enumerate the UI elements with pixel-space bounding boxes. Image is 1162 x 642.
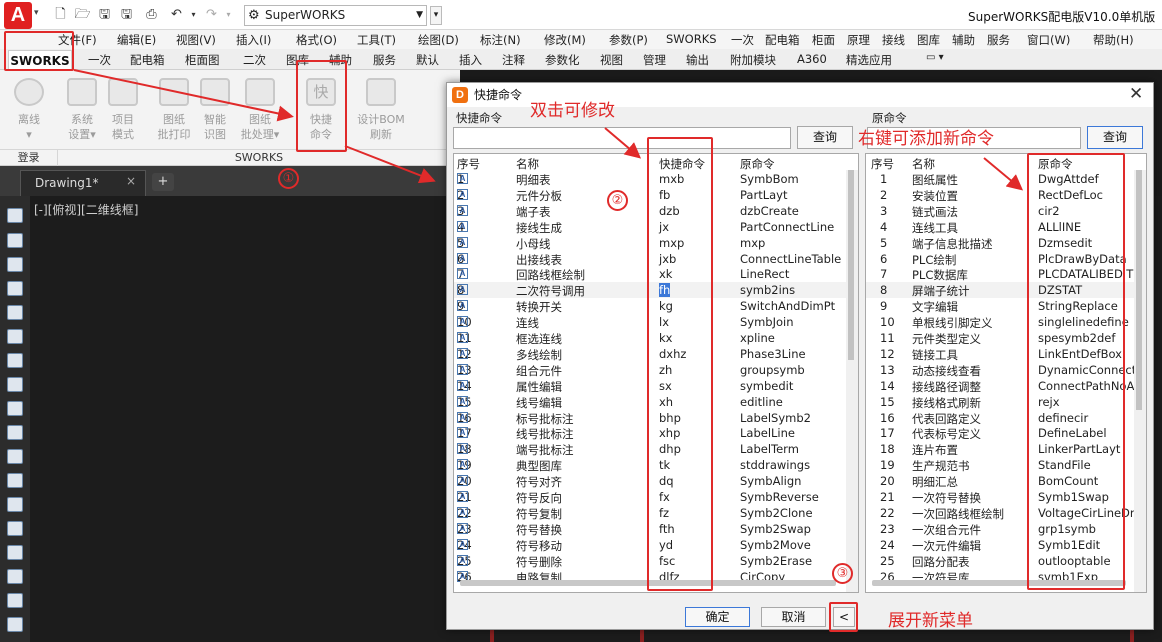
arrow-4: [983, 157, 1024, 191]
highlight-sworks-tab: [4, 31, 74, 71]
step-3-badge: ③: [832, 563, 853, 584]
arrow-3: [604, 127, 642, 159]
annotation-expand: 展开新菜单: [888, 611, 973, 631]
highlight-shortcut-column: [647, 137, 713, 591]
annotation-dblclick: 双击可修改: [530, 101, 615, 121]
arrow-2: [344, 145, 436, 184]
step-1-badge: ①: [278, 168, 299, 189]
step-2-badge: ②: [607, 190, 628, 211]
highlight-original-column: [1027, 153, 1125, 590]
annotation-rightclick: 右键可添加新命令: [858, 129, 994, 149]
highlight-expand-button: [829, 602, 858, 632]
highlight-shortcut-button: [296, 60, 347, 152]
arrow-1: [73, 69, 294, 122]
